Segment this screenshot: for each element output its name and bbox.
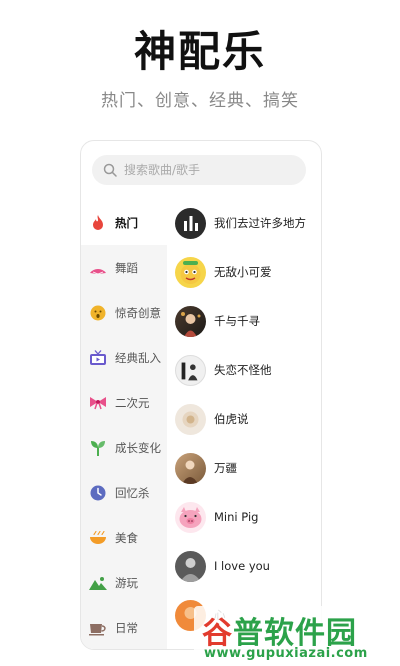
sidebar-item-label: 热门 — [115, 216, 138, 230]
pig-avatar — [175, 501, 206, 533]
song-title: 失恋不怪他 — [214, 363, 272, 377]
song-title: 万疆 — [214, 461, 237, 475]
cartoon-avatar — [175, 256, 206, 288]
sidebar-item-memories[interactable]: 回忆杀 — [81, 471, 167, 515]
sidebar-item-label: 游玩 — [115, 576, 138, 590]
site-watermark: 谷普软件园 www.gupuxiazai.com — [194, 606, 400, 666]
sidebar-item-acg[interactable]: 二次元 — [81, 381, 167, 425]
sprout-icon — [89, 439, 107, 457]
song-title: Mini Pig — [214, 510, 259, 524]
sidebar-item-dance[interactable]: 舞蹈 — [81, 246, 167, 290]
sidebar-item-label: 成长变化 — [115, 441, 161, 455]
anime-avatar — [175, 305, 206, 337]
song-title: 伯虎说 — [214, 412, 249, 426]
song-item[interactable]: 万疆 — [167, 446, 321, 490]
search-icon — [103, 163, 117, 177]
song-item[interactable]: 我们去过许多地方 — [167, 201, 321, 245]
sidebar-item-label: 经典乱入 — [115, 351, 161, 365]
sidebar-item-label: 美食 — [115, 531, 138, 545]
cup-icon — [89, 619, 107, 637]
category-sidebar: 热门 舞蹈 惊奇创意 经典乱入 二次元 成长变化 回忆杀 美食 游玩 日常 — [81, 201, 167, 649]
clock-icon — [89, 484, 107, 502]
fan-icon — [89, 259, 107, 277]
song-item[interactable]: 无敌小可爱 — [167, 250, 321, 294]
equalizer-avatar — [175, 207, 206, 239]
search-bar[interactable] — [92, 155, 306, 185]
photo-avatar — [175, 452, 206, 484]
bow-icon — [89, 394, 107, 412]
photo-avatar — [175, 403, 206, 435]
sidebar-item-daily[interactable]: 日常 — [81, 606, 167, 649]
sidebar-item-creative[interactable]: 惊奇创意 — [81, 291, 167, 335]
mountain-icon — [89, 574, 107, 592]
song-title: 无敌小可爱 — [214, 265, 272, 279]
song-item[interactable]: I love you — [167, 544, 321, 588]
sidebar-item-label: 舞蹈 — [115, 261, 138, 275]
app-subtitle: 热门、创意、经典、搞笑 — [101, 91, 299, 111]
sidebar-item-label: 日常 — [115, 621, 138, 635]
bowl-icon — [89, 529, 107, 547]
song-item[interactable]: 千与千寻 — [167, 299, 321, 343]
sidebar-item-label: 惊奇创意 — [115, 306, 161, 320]
sidebar-item-growth[interactable]: 成长变化 — [81, 426, 167, 470]
song-title: I love you — [214, 559, 270, 573]
song-list: 我们去过许多地方 无敌小可爱 千与千寻 失恋不怪他 伯虎说 万疆 Mini Pi… — [167, 201, 321, 649]
watermark-url: www.gupuxiazai.com — [204, 646, 368, 661]
app-title: 神配乐 — [133, 27, 266, 76]
song-title: 千与千寻 — [214, 314, 260, 328]
song-item[interactable]: 伯虎说 — [167, 397, 321, 441]
song-item[interactable]: 失恋不怪他 — [167, 348, 321, 392]
surprise-face-icon — [89, 304, 107, 322]
tv-icon — [89, 349, 107, 367]
sidebar-item-hot[interactable]: 热门 — [81, 201, 167, 245]
sidebar-item-label: 二次元 — [115, 396, 150, 410]
photo-avatar — [175, 354, 206, 386]
flame-icon — [89, 214, 107, 232]
song-title: 我们去过许多地方 — [214, 216, 306, 230]
sidebar-item-travel[interactable]: 游玩 — [81, 561, 167, 605]
music-panel: 热门 舞蹈 惊奇创意 经典乱入 二次元 — [80, 140, 322, 650]
sidebar-item-classic[interactable]: 经典乱入 — [81, 336, 167, 380]
sidebar-item-food[interactable]: 美食 — [81, 516, 167, 560]
search-input[interactable] — [124, 163, 294, 177]
sidebar-item-label: 回忆杀 — [115, 486, 150, 500]
photo-avatar — [175, 550, 206, 582]
song-item[interactable]: Mini Pig — [167, 495, 321, 539]
